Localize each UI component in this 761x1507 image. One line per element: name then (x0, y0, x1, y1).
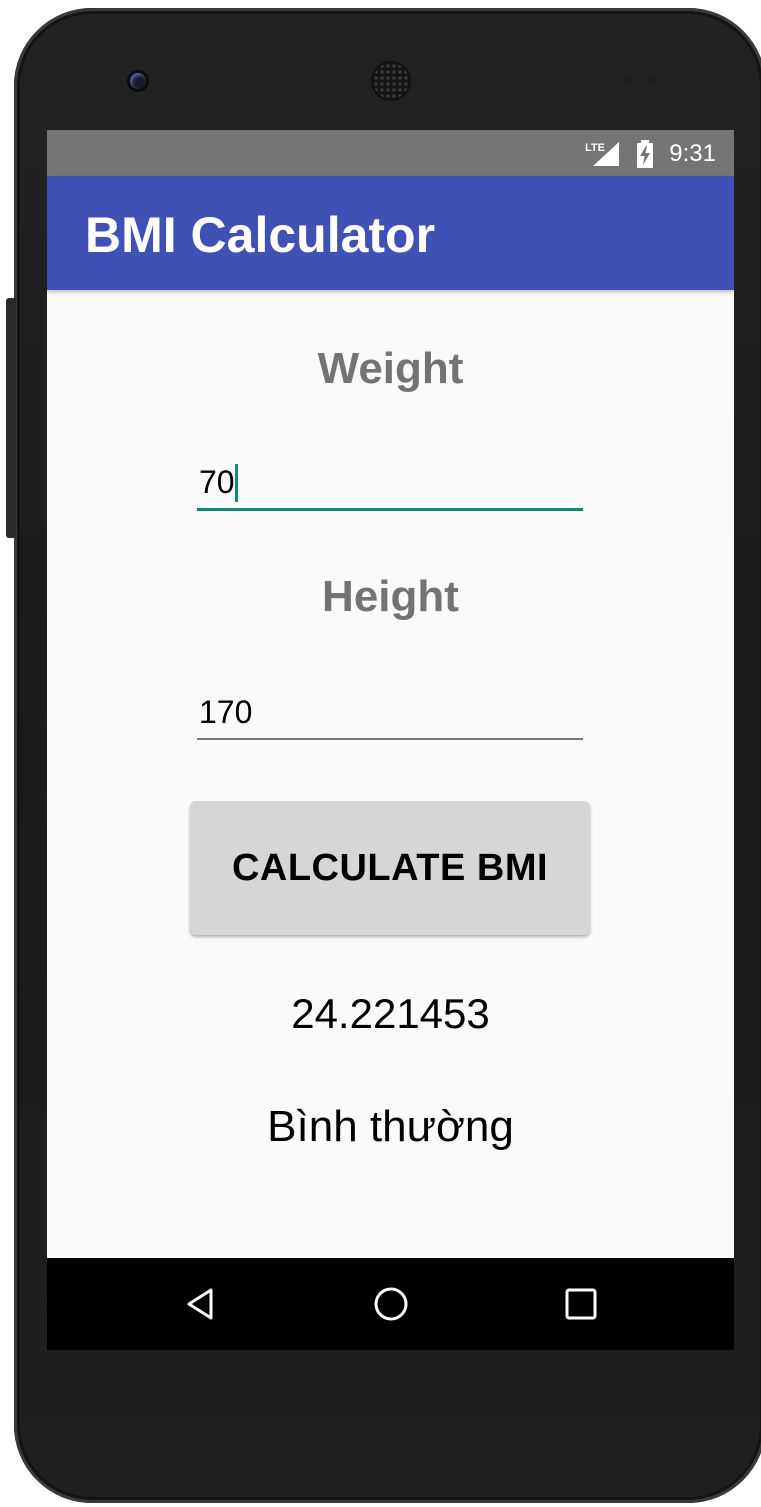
text-cursor (235, 464, 238, 502)
height-field[interactable] (197, 690, 583, 740)
earpiece-speaker (373, 63, 409, 99)
weight-input[interactable] (197, 460, 581, 504)
home-icon[interactable] (371, 1284, 411, 1324)
weight-field[interactable] (197, 460, 583, 511)
light-sensor (650, 77, 657, 84)
status-time: 9:31 (669, 140, 716, 167)
app-bar: BMI Calculator (47, 176, 734, 290)
signal-icon (593, 142, 619, 166)
proximity-sensor (622, 74, 634, 86)
bmi-status-text: Bình thường (267, 1102, 514, 1151)
screen: LTE 9:31 BMI Calculator Weight Height CA… (47, 130, 734, 1350)
recent-apps-icon[interactable] (561, 1284, 601, 1324)
battery-charging-icon (637, 140, 653, 168)
bmi-result-value: 24.221453 (291, 990, 490, 1037)
status-bar: LTE 9:31 (47, 130, 734, 176)
height-label: Height (322, 572, 459, 621)
height-input[interactable] (197, 690, 581, 734)
app-title: BMI Calculator (85, 207, 436, 263)
calculate-bmi-button[interactable]: CALCULATE BMI (190, 801, 590, 935)
phone-side-button (6, 298, 16, 538)
front-camera (130, 73, 146, 89)
back-icon[interactable] (181, 1284, 221, 1324)
weight-label: Weight (317, 344, 464, 393)
navigation-bar (47, 1258, 734, 1350)
